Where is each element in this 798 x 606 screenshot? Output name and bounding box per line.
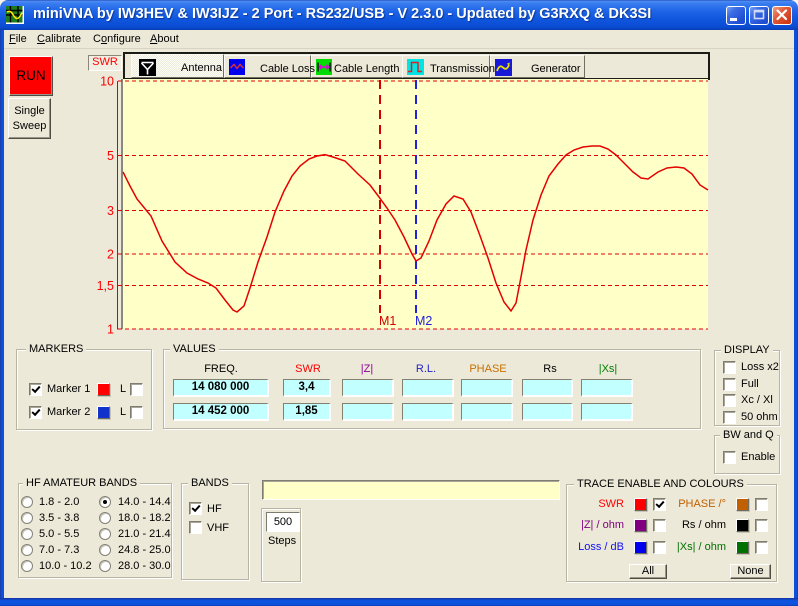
svg-text:5: 5 xyxy=(107,149,114,163)
svg-text:M1: M1 xyxy=(379,314,396,328)
svg-text:2: 2 xyxy=(107,248,114,262)
svg-text:1,5: 1,5 xyxy=(97,279,114,293)
svg-text:10: 10 xyxy=(100,75,114,89)
svg-text:1: 1 xyxy=(107,323,114,337)
svg-text:M2: M2 xyxy=(415,314,432,328)
svg-text:3: 3 xyxy=(107,204,114,218)
